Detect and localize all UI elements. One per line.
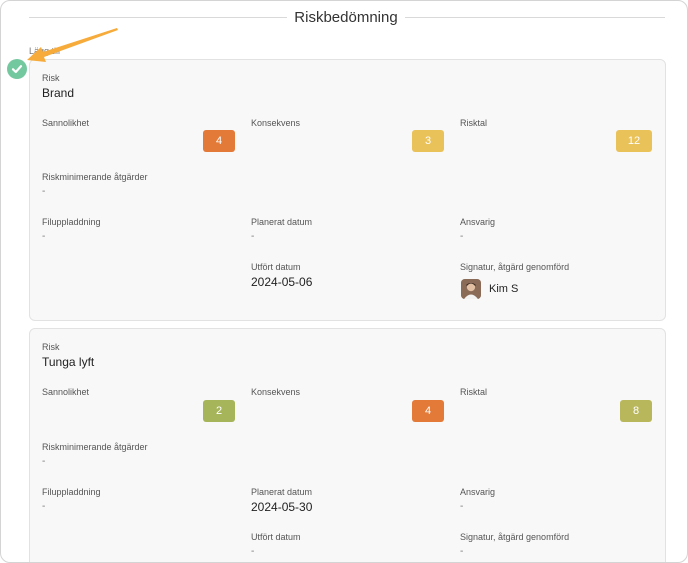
upload-label: Filuppladdning: [42, 217, 101, 227]
responsible-field: Ansvarig -: [460, 487, 495, 512]
done-date-field: Utfört datum 2024-05-06: [251, 262, 312, 289]
upload-field: Filuppladdning -: [42, 217, 101, 242]
upload-field: Filuppladdning -: [42, 487, 101, 512]
signer: Kim S: [461, 279, 518, 299]
measures-value: -: [42, 186, 46, 197]
signature-label: Signatur, åtgärd genomförd: [460, 532, 570, 542]
planned-date-field: Planerat datum 2024-05-30: [251, 487, 312, 514]
done-date-value: -: [251, 546, 255, 557]
consequence-label: Konsekvens: [251, 118, 301, 128]
risk-number-field: Risktal: [460, 387, 487, 397]
signature-field: Signatur, åtgärd genomförd: [460, 262, 569, 272]
risk-assessment-panel: Riskbedömning Lägg till Risk Brand Sanno…: [0, 0, 688, 563]
annotation-arrow-icon: [27, 28, 118, 62]
risk-label: Risk: [42, 342, 60, 352]
planned-date-label: Planerat datum: [251, 217, 313, 227]
risk-card: Risk Tunga lyft Sannolikhet 2 Konsekvens…: [29, 328, 666, 562]
upload-label: Filuppladdning: [42, 487, 101, 497]
risk-value: Tunga lyft: [42, 355, 95, 369]
measures-label: Riskminimerande åtgärder: [42, 442, 148, 452]
risk-number-badge: 8: [620, 400, 652, 422]
signer-name: Kim S: [489, 283, 519, 295]
person-icon: [461, 279, 481, 299]
consequence-badge: 4: [412, 400, 444, 422]
risk-number-badge: 12: [616, 130, 652, 152]
risk-card: Risk Brand Sannolikhet 4 Konsekvens 3 Ri…: [29, 59, 666, 321]
responsible-value: -: [460, 231, 464, 242]
done-date-value: 2024-05-06: [251, 275, 313, 289]
section-title: Riskbedömning: [294, 9, 398, 26]
consequence-badge: 3: [412, 130, 444, 152]
risk-number-label: Risktal: [460, 387, 488, 397]
upload-value: -: [42, 231, 46, 242]
planned-date-field: Planerat datum -: [251, 217, 312, 242]
done-date-label: Utfört datum: [251, 532, 301, 542]
risk-number-label: Risktal: [460, 118, 488, 128]
likelihood-field: Sannolikhet: [42, 118, 89, 128]
responsible-value: -: [460, 501, 464, 512]
planned-date-label: Planerat datum: [251, 487, 313, 497]
consequence-label: Konsekvens: [251, 387, 301, 397]
likelihood-badge: 4: [203, 130, 235, 152]
planned-date-value: 2024-05-30: [251, 500, 313, 514]
measures-field: Riskminimerande åtgärder -: [42, 442, 148, 467]
responsible-label: Ansvarig: [460, 487, 496, 497]
divider: [405, 17, 665, 18]
measures-label: Riskminimerande åtgärder: [42, 172, 148, 182]
measures-field: Riskminimerande åtgärder -: [42, 172, 148, 197]
planned-date-value: -: [251, 231, 255, 242]
responsible-field: Ansvarig -: [460, 217, 495, 242]
consequence-field: Konsekvens: [251, 387, 300, 397]
upload-value: -: [42, 501, 46, 512]
risk-number-field: Risktal: [460, 118, 487, 128]
likelihood-label: Sannolikhet: [42, 387, 90, 397]
signature-label: Signatur, åtgärd genomförd: [460, 262, 570, 272]
likelihood-label: Sannolikhet: [42, 118, 90, 128]
signature-value: -: [460, 546, 464, 557]
responsible-label: Ansvarig: [460, 217, 496, 227]
done-date-label: Utfört datum: [251, 262, 301, 272]
measures-value: -: [42, 456, 46, 467]
signature-field: Signatur, åtgärd genomförd -: [460, 532, 569, 557]
consequence-field: Konsekvens: [251, 118, 300, 128]
done-date-field: Utfört datum -: [251, 532, 301, 557]
likelihood-field: Sannolikhet: [42, 387, 89, 397]
arrow-shape: [27, 28, 118, 62]
risk-field: Risk Tunga lyft: [42, 342, 94, 369]
avatar: [461, 279, 481, 299]
likelihood-badge: 2: [203, 400, 235, 422]
